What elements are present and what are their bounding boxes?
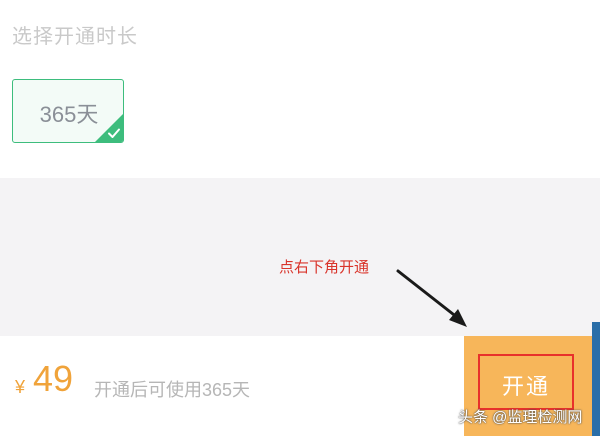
duration-option-365[interactable]: 365天 (12, 79, 124, 143)
annotation-text: 点右下角开通 (279, 259, 370, 276)
watermark: 头条 @监理检测网 (458, 409, 583, 426)
currency-symbol: ¥ (15, 377, 26, 397)
duration-panel: 选择开通时长 365天 (0, 0, 600, 178)
price-note: 开通后可使用365天 (94, 380, 251, 400)
activate-button-label: 开通 (501, 374, 550, 399)
check-icon (108, 128, 120, 138)
section-title: 选择开通时长 (12, 26, 138, 48)
background-window-edge (592, 322, 600, 436)
price-value: 49 (33, 358, 74, 399)
